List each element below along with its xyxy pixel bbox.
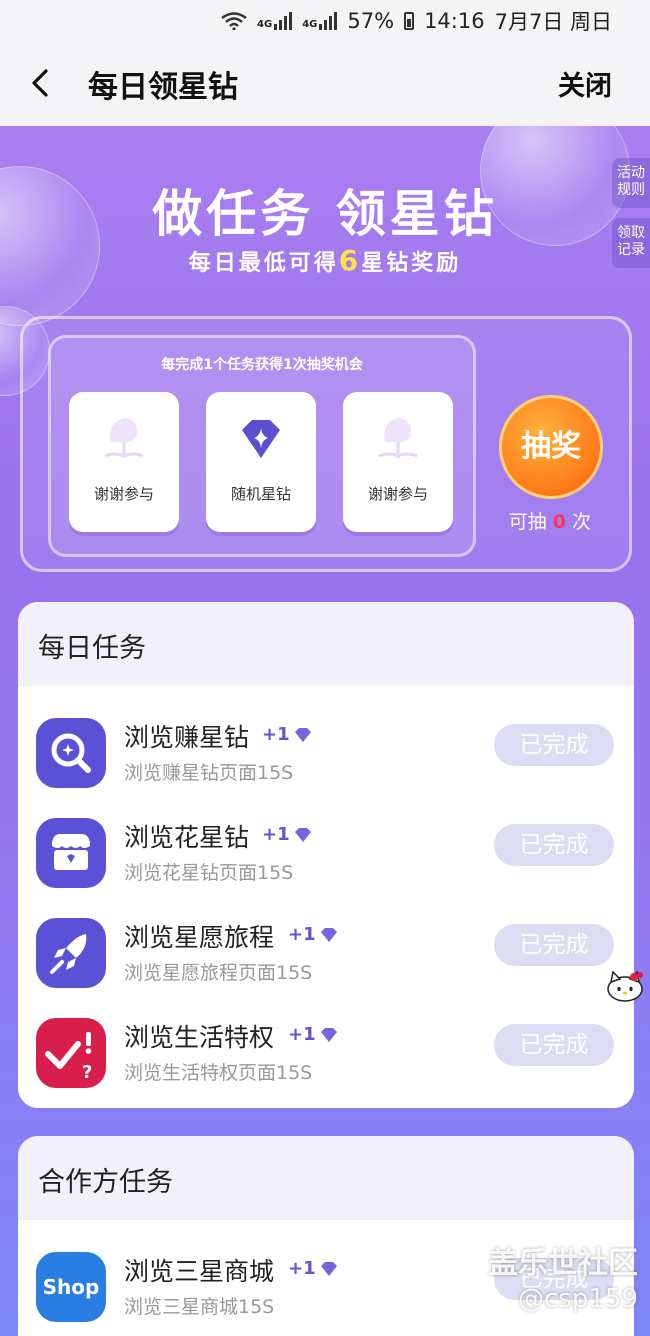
- shop-icon: Shop: [36, 1252, 106, 1322]
- task-desc: 浏览星愿旅程页面15S: [124, 962, 313, 984]
- search-icon: [36, 718, 106, 788]
- lottery-panel: 每完成1个任务获得1次抽奖机会 谢谢参与 随机星钻 谢谢参与 抽奖 可抽 0 次: [20, 316, 632, 572]
- watermark-title: 盖乐世社区: [488, 1246, 638, 1281]
- signal-icon: [319, 12, 338, 30]
- hello-kitty-sticker: [607, 970, 643, 1002]
- battery-percent: 57%: [347, 9, 395, 33]
- task-name: 浏览生活特权: [124, 1023, 275, 1052]
- task-name: 浏览三星商城: [124, 1257, 275, 1286]
- close-button[interactable]: 关闭: [558, 64, 612, 103]
- app-bar: 每日领星钻 关闭: [0, 40, 650, 126]
- task-desc: 浏览三星商城15S: [124, 1296, 275, 1318]
- task-row: 浏览赚星钻 +1 浏览赚星钻页面15S 已完成: [18, 702, 634, 802]
- network-label-1: 4G: [257, 19, 273, 30]
- rules-tab[interactable]: 活动规则: [612, 158, 650, 208]
- clock: 14:16: [424, 9, 485, 33]
- page-title: 每日领星钻: [88, 70, 238, 105]
- task-reward: +1: [262, 724, 313, 745]
- checklist-icon: ?: [36, 1018, 106, 1088]
- diamond-icon: [320, 1261, 337, 1276]
- task-done-button[interactable]: 已完成: [494, 1024, 614, 1066]
- prize-label: 随机星钻: [230, 485, 291, 503]
- task-reward: +1: [288, 1258, 339, 1279]
- task-desc: 浏览生活特权页面15S: [124, 1062, 313, 1084]
- diamond-icon: [294, 827, 311, 842]
- battery-icon: [404, 12, 415, 30]
- task-done-button[interactable]: 已完成: [494, 824, 614, 866]
- daily-tasks-heading: 每日任务: [18, 602, 634, 686]
- task-row: ? 浏览生活特权 +1 浏览生活特权页面15S 已完成: [18, 1002, 634, 1102]
- task-row: 浏览星愿旅程 +1 浏览星愿旅程页面15S 已完成: [18, 902, 634, 1002]
- chevron-left-icon[interactable]: [26, 66, 56, 100]
- task-name: 浏览赚星钻: [124, 723, 250, 752]
- watermark-handle: @csp159: [518, 1284, 638, 1314]
- records-tab[interactable]: 领取记录: [612, 218, 650, 268]
- flower-icon: [378, 418, 418, 458]
- wifi-icon: [221, 12, 247, 30]
- date: 7月7日 周日: [494, 10, 612, 34]
- diamond-icon: [242, 420, 280, 458]
- task-reward: +1: [262, 824, 313, 845]
- prize-label: 谢谢参与: [367, 485, 428, 503]
- draw-count-number: 0: [552, 511, 566, 533]
- hero-section: 做任务 领星钻 每日最低可得6星钻奖励 活动规则 领取记录 每完成1个任务获得1…: [0, 126, 650, 1336]
- hero-title: 做任务 领星钻: [152, 185, 498, 243]
- task-reward: +1: [288, 1024, 339, 1045]
- task-reward: +1: [288, 924, 339, 945]
- task-name: 浏览花星钻: [124, 823, 250, 852]
- status-bar: 4G 4G 57% 14:16 7月7日 周日: [0, 0, 650, 40]
- prize-grid: 每完成1个任务获得1次抽奖机会 谢谢参与 随机星钻 谢谢参与: [48, 335, 476, 557]
- prize-card: 谢谢参与: [343, 392, 453, 532]
- draw-count: 可抽 0 次: [508, 511, 591, 533]
- draw-button[interactable]: 抽奖: [499, 395, 603, 499]
- min-reward-number: 6: [338, 244, 362, 277]
- lottery-hint: 每完成1个任务获得1次抽奖机会: [161, 357, 363, 373]
- diamond-icon: [294, 727, 311, 742]
- flower-icon: [104, 418, 144, 458]
- prize-card: 谢谢参与: [69, 392, 179, 532]
- task-done-button[interactable]: 已完成: [494, 724, 614, 766]
- task-done-button[interactable]: 已完成: [494, 924, 614, 966]
- diamond-icon: [320, 1027, 337, 1042]
- task-desc: 浏览赚星钻页面15S: [124, 762, 294, 784]
- rocket-icon: [36, 918, 106, 988]
- network-label-2: 4G: [302, 19, 318, 30]
- store-icon: [36, 818, 106, 888]
- task-row: 浏览花星钻 +1 浏览花星钻页面15S 已完成: [18, 802, 634, 902]
- hero-subtitle: 每日最低可得6星钻奖励: [188, 244, 462, 277]
- task-desc: 浏览花星钻页面15S: [124, 862, 294, 884]
- partner-tasks-heading: 合作方任务: [18, 1136, 634, 1220]
- daily-tasks-card: 每日任务 浏览赚星钻 +1 浏览赚星钻页面15S 已完成 浏览花星钻 +1 浏览…: [18, 602, 634, 1108]
- signal-icon: [274, 12, 293, 30]
- svg-text:?: ?: [82, 1062, 92, 1083]
- task-name: 浏览星愿旅程: [124, 923, 275, 952]
- prize-label: 谢谢参与: [93, 485, 154, 503]
- prize-card: 随机星钻: [196, 380, 326, 544]
- diamond-icon: [320, 927, 337, 942]
